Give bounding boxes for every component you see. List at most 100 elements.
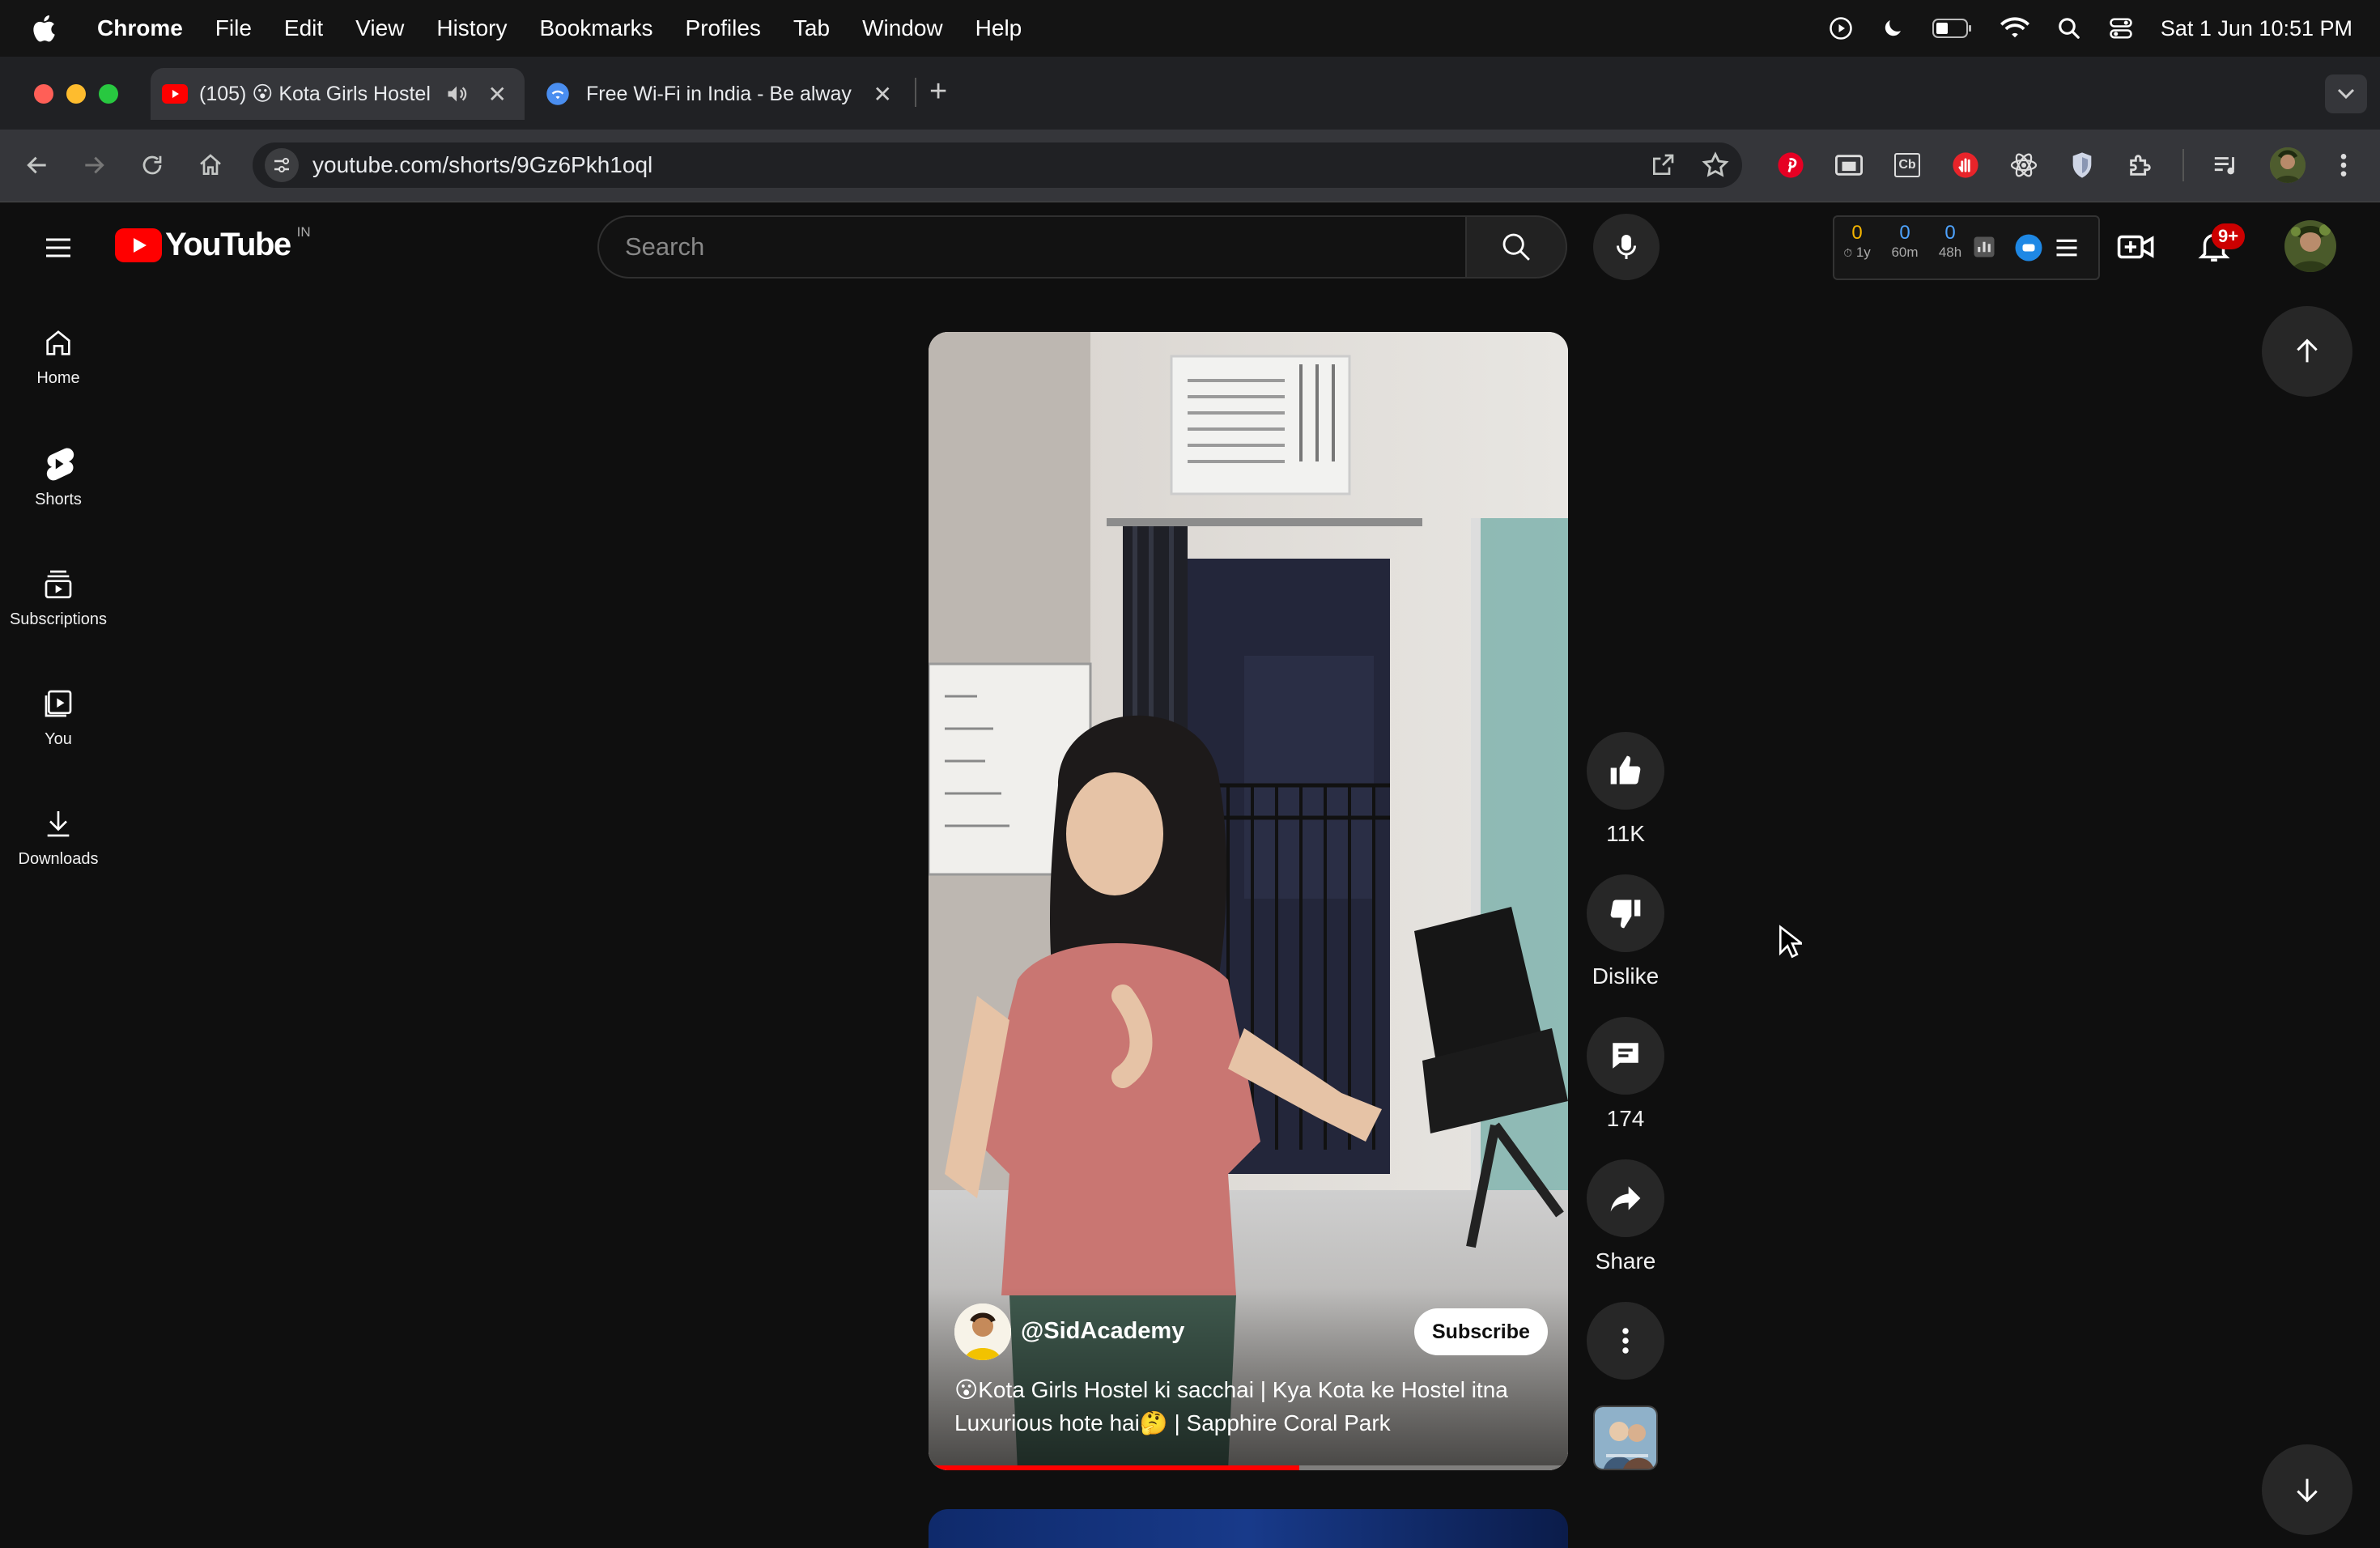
menu-history[interactable]: History	[436, 15, 507, 41]
account-avatar[interactable]	[2284, 220, 2336, 272]
share-button[interactable]	[1587, 1159, 1664, 1237]
media-play-icon[interactable]	[1829, 16, 1853, 40]
search-button[interactable]	[1465, 215, 1567, 279]
logo-circle-icon[interactable]	[2014, 233, 2043, 262]
chrome-profile-avatar[interactable]	[2270, 147, 2306, 183]
voice-search-button[interactable]	[1593, 214, 1660, 280]
you-icon	[45, 690, 72, 717]
create-button[interactable]	[2116, 228, 2157, 266]
bar-chart-icon[interactable]	[1972, 235, 1996, 259]
search-input[interactable]	[625, 232, 1354, 262]
next-short-button[interactable]	[2262, 1444, 2352, 1535]
guide-label: Subscriptions	[9, 610, 108, 628]
url-text[interactable]: youtube.com/shorts/9Gz6Pkh1oql	[312, 152, 652, 178]
sound-thumbnail[interactable]	[1593, 1406, 1658, 1470]
comments-action[interactable]: 174	[1587, 1017, 1664, 1132]
guide-downloads[interactable]: Downloads	[0, 806, 117, 869]
comments-button[interactable]	[1587, 1017, 1664, 1095]
extensions-puzzle-icon[interactable]	[2124, 149, 2157, 181]
guide-label: Downloads	[18, 850, 99, 868]
menu-window[interactable]: Window	[862, 15, 943, 41]
hand-stop-extension-icon[interactable]	[1949, 149, 1982, 181]
arrow-up-icon	[2297, 338, 2318, 363]
tab-free-wifi[interactable]: Free Wi-Fi in India - Be alway ✕	[534, 68, 910, 120]
apple-icon[interactable]	[29, 13, 57, 44]
more-action[interactable]	[1587, 1302, 1664, 1380]
menu-profiles[interactable]: Profiles	[686, 15, 761, 41]
moon-icon[interactable]	[1881, 16, 1905, 40]
forward-icon[interactable]	[76, 147, 112, 183]
short-title[interactable]: 😮Kota Girls Hostel ki sacchai | Kya Kota…	[954, 1373, 1545, 1440]
guide-you[interactable]: You	[0, 687, 117, 749]
comment-count: 174	[1606, 1106, 1645, 1131]
chrome-menu-icon[interactable]	[2331, 149, 2356, 181]
youtube-play-logo-icon	[115, 228, 162, 262]
guide-menu-icon[interactable]	[42, 232, 74, 264]
comment-icon	[1613, 1043, 1638, 1069]
open-in-app-icon[interactable]	[1650, 152, 1676, 178]
tab-search-button[interactable]	[2325, 74, 2367, 113]
site-settings-icon[interactable]	[264, 147, 300, 183]
window-zoom-button[interactable]	[99, 84, 118, 104]
list-menu-icon[interactable]	[2055, 236, 2079, 259]
tab-close-icon[interactable]: ✕	[488, 81, 507, 108]
shield-extension-icon[interactable]	[2066, 149, 2098, 181]
menu-file[interactable]: File	[215, 15, 252, 41]
bookmark-star-icon[interactable]	[1702, 151, 1729, 179]
back-icon[interactable]	[19, 147, 55, 183]
new-tab-icon[interactable]: +	[929, 74, 947, 109]
guide-subscriptions[interactable]: Subscriptions	[0, 567, 117, 629]
stats-widget[interactable]: 0 ⏱ 1y 0 60m 0 48h	[1833, 215, 2100, 280]
download-icon	[47, 811, 70, 837]
share-label: Share	[1595, 1248, 1656, 1274]
progress-fill	[929, 1465, 1300, 1470]
microphone-icon	[1617, 235, 1636, 259]
dislike-action[interactable]: Dislike	[1587, 874, 1664, 989]
menu-bookmarks[interactable]: Bookmarks	[539, 15, 652, 41]
more-options-button[interactable]	[1587, 1302, 1664, 1380]
previous-short-button[interactable]	[2262, 306, 2352, 397]
picture-in-picture-extension-icon[interactable]	[1833, 149, 1865, 181]
guide-label: Home	[36, 369, 80, 387]
address-bar[interactable]: youtube.com/shorts/9Gz6Pkh1oql	[253, 142, 1742, 188]
tab-close-icon[interactable]: ✕	[873, 81, 892, 108]
like-action[interactable]: 11K	[1587, 732, 1664, 847]
dislike-label: Dislike	[1592, 963, 1660, 989]
menu-clock[interactable]: Sat 1 Jun 10:51 PM	[2161, 16, 2352, 41]
create-video-icon	[2117, 235, 2154, 259]
search-box[interactable]	[597, 215, 1465, 279]
arrow-down-icon	[2297, 1478, 2318, 1503]
menu-edit[interactable]: Edit	[284, 15, 323, 41]
home-button-icon[interactable]	[193, 147, 228, 183]
reload-icon[interactable]	[134, 147, 170, 183]
guide-shorts[interactable]: Shorts	[0, 447, 117, 509]
next-short-preview[interactable]	[929, 1509, 1568, 1548]
menu-tab[interactable]: Tab	[793, 15, 830, 41]
like-button[interactable]	[1587, 732, 1664, 810]
control-center-icon[interactable]	[2109, 16, 2133, 40]
menu-view[interactable]: View	[355, 15, 404, 41]
pinterest-extension-icon[interactable]	[1774, 149, 1807, 181]
menu-help[interactable]: Help	[975, 15, 1022, 41]
stat-label-1y: ⏱ 1y	[1843, 245, 1871, 260]
tab-youtube-short[interactable]: (105) 😮 Kota Girls Hostel ✕	[151, 68, 525, 120]
subscribe-button[interactable]: Subscribe	[1414, 1308, 1548, 1355]
tab-audio-playing-icon[interactable]	[445, 83, 468, 105]
media-controls-icon[interactable]	[2210, 149, 2242, 181]
window-minimize-button[interactable]	[66, 84, 86, 104]
window-close-button[interactable]	[34, 84, 53, 104]
youtube-logo[interactable]: YouTube IN	[115, 224, 311, 263]
react-devtools-icon[interactable]	[2008, 149, 2040, 181]
share-action[interactable]: Share	[1587, 1159, 1664, 1274]
cb-extension-icon[interactable]: Cb	[1891, 149, 1923, 181]
dislike-button[interactable]	[1587, 874, 1664, 952]
short-video-player[interactable]: @SidAcademy Subscribe 😮Kota Girls Hostel…	[929, 332, 1568, 1470]
wifi-icon[interactable]	[2000, 16, 2029, 40]
menu-app-name[interactable]: Chrome	[97, 15, 183, 41]
status-icons: Sat 1 Jun 10:51 PM	[1829, 0, 2352, 57]
spotlight-search-icon[interactable]	[2057, 16, 2081, 40]
channel-avatar[interactable]	[954, 1303, 1011, 1360]
battery-icon[interactable]	[1932, 18, 1973, 39]
guide-home[interactable]: Home	[0, 327, 117, 388]
channel-name[interactable]: @SidAcademy	[1021, 1318, 1184, 1345]
